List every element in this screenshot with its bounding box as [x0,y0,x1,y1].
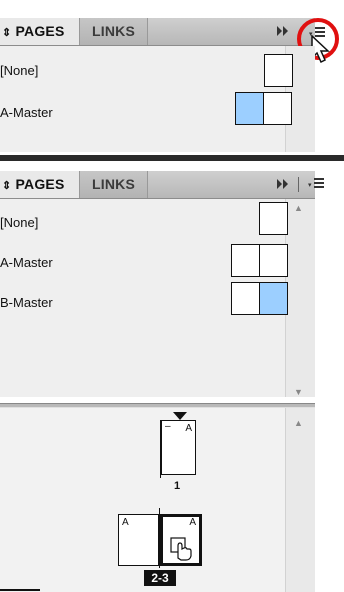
tab-pages-label: PAGES [15,176,65,192]
page-indicator-icon [173,412,187,420]
masters-scrollbar[interactable]: ▲ ▼ [285,199,315,397]
page-thumb: – A [161,420,196,475]
double-arrow-right-icon[interactable] [276,178,290,190]
master-page-thumb-right [259,282,288,315]
master-page-thumb-left [231,282,260,315]
page-number: 1 [174,480,181,492]
master-page-thumb [264,54,293,87]
guide-mark: – [165,421,171,432]
master-page-thumb-left [235,92,264,125]
master-page-thumb-left [231,244,260,277]
master-page-thumb [259,202,288,235]
page-number: 2-3 [151,571,169,585]
master-page-thumb-right [263,92,292,125]
scroll-up-icon[interactable]: ▲ [294,418,303,428]
scroll-down-icon[interactable]: ▼ [294,387,303,397]
master-label: [None] [0,215,39,230]
tab-links-label: LINKS [92,176,135,192]
master-letter: A [189,517,196,528]
collapse-icon: ⇕ [2,27,12,39]
collapse-icon: ⇕ [2,180,12,192]
master-label: B-Master [0,295,53,310]
scroll-up-icon[interactable]: ▲ [294,203,303,213]
tab-links[interactable]: LINKS [80,171,148,198]
master-label: A-Master [0,105,53,120]
top-tab-bar: ⇕ PAGES LINKS [0,18,315,46]
pages-pane: ▲ – A 1 A A 2-3 [0,408,315,592]
tab-pages[interactable]: ⇕ PAGES [0,18,80,45]
masters-pane: ▲ ▼ [None] A-Master B-Master [0,199,315,397]
spine-line [160,420,161,478]
section-separator [0,155,344,161]
double-arrow-right-icon[interactable] [276,25,290,37]
panel-menu-icon[interactable]: ▾ [308,178,328,192]
master-letter: A [185,423,192,434]
master-label: [None] [0,63,39,78]
separator [298,177,299,192]
tab-pages[interactable]: ⇕ PAGES [0,171,80,198]
hand-cursor-icon [170,537,192,561]
pages-scrollbar[interactable]: ▲ [285,408,315,592]
tab-links[interactable]: LINKS [80,18,148,45]
master-letter: A [122,517,129,528]
page-thumb-left: A [118,514,159,566]
top-panel-body: [None] A-Master [0,46,315,152]
bottom-edge-line [0,589,40,591]
tab-pages-label: PAGES [15,23,65,39]
page-number-badge: 2-3 [144,570,176,586]
master-label: A-Master [0,255,53,270]
master-page-thumb-right [259,244,288,277]
bottom-tab-bar: ⇕ PAGES LINKS [0,171,315,199]
tab-links-label: LINKS [92,23,135,39]
